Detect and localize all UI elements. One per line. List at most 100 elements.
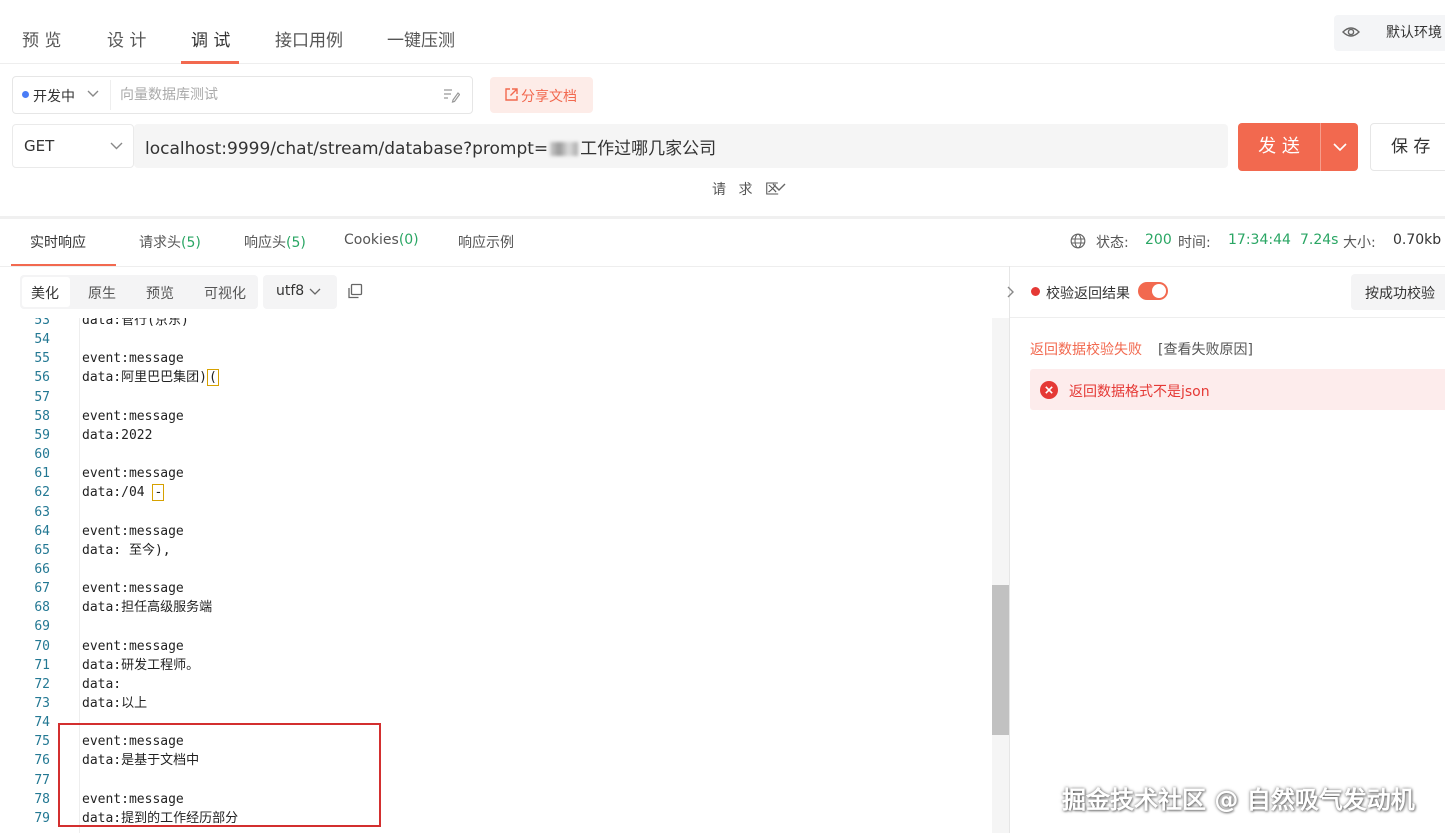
line-number: 55: [34, 351, 50, 367]
scrollbar-thumb[interactable]: [992, 585, 1009, 735]
line-text: data:担任高级服务端: [82, 600, 213, 616]
chevron-right-icon[interactable]: [1003, 285, 1017, 299]
line-number: 58: [34, 408, 50, 424]
top-tab-bar: 预 览 设 计 调 试 接口用例 一键压测 默认环境: [0, 0, 1445, 64]
code-line: 54: [0, 330, 990, 349]
send-options-button[interactable]: [1320, 123, 1358, 171]
code-line: 65 data: 至今),: [0, 541, 990, 560]
chevron-down-icon: [1333, 143, 1347, 152]
method-label: GET: [24, 137, 55, 155]
annotation-highlight-box: [58, 723, 381, 827]
line-content: data:/04 -: [82, 483, 165, 502]
line-number: 64: [34, 523, 50, 539]
globe-icon: [1070, 233, 1086, 249]
validation-mode-label: 按成功校验: [1365, 286, 1435, 302]
line-content: event:message: [82, 407, 184, 426]
status-dot: [22, 91, 29, 98]
line-text: data:2022: [82, 427, 153, 443]
line-number: 65: [34, 542, 50, 558]
line-text: data:/04: [82, 485, 153, 501]
line-content: data:担任高级服务端: [82, 598, 212, 617]
line-content: data:2022: [82, 426, 152, 445]
validation-toggle[interactable]: [1138, 282, 1168, 300]
share-icon: [505, 88, 518, 101]
divider: [110, 80, 111, 110]
line-number: 76: [34, 753, 50, 769]
toggle-knob: [1152, 284, 1166, 298]
tab-request-headers[interactable]: 请求头(5): [139, 232, 201, 252]
code-line: 60: [0, 445, 990, 464]
code-line: 69: [0, 617, 990, 636]
line-number: 66: [34, 561, 50, 577]
line-content: data:: [82, 675, 121, 694]
bracket-match: -: [152, 484, 165, 502]
view-fail-reason-link[interactable]: [查看失败原因]: [1158, 339, 1253, 359]
pane-splitter[interactable]: [1009, 266, 1010, 833]
tab-design[interactable]: 设 计: [107, 26, 146, 51]
code-line: 55 event:message: [0, 349, 990, 368]
app-root: 预 览 设 计 调 试 接口用例 一键压测 默认环境 开发中 分享文档 GET …: [0, 0, 1445, 833]
code-line: 61 event:message: [0, 464, 990, 483]
share-doc-label: 分享文档: [521, 89, 577, 105]
line-number: 59: [34, 427, 50, 443]
tab-count: (5): [181, 235, 201, 251]
status-dropdown[interactable]: 开发中: [33, 86, 75, 106]
line-number: 60: [34, 447, 50, 463]
tab-count: (5): [286, 235, 306, 251]
line-number: 70: [34, 638, 50, 654]
line-number: 67: [34, 581, 50, 597]
format-preview-button[interactable]: 预览: [146, 283, 174, 303]
line-text: event:message: [82, 408, 184, 424]
chevron-down-icon: [772, 183, 786, 191]
format-visualize-button[interactable]: 可视化: [204, 283, 246, 303]
tab-preview[interactable]: 预 览: [22, 26, 61, 51]
watermark: 掘金技术社区 @ 自然吸气发动机: [1062, 786, 1415, 814]
line-content: event:message: [82, 349, 184, 368]
tab-live-response[interactable]: 实时响应: [30, 232, 86, 252]
code-line: 53 data:管行(京东): [0, 318, 990, 330]
chevron-down-icon: [110, 142, 123, 150]
api-name-input[interactable]: [120, 80, 435, 110]
save-button[interactable]: 保 存: [1370, 123, 1445, 171]
copy-icon[interactable]: [347, 283, 363, 299]
line-text: event:message: [82, 581, 184, 597]
line-number: 56: [34, 370, 50, 386]
line-number: 69: [34, 619, 50, 635]
line-number: 78: [34, 791, 50, 807]
response-time: 17:34:44: [1228, 232, 1291, 248]
tab-label: Cookies: [344, 232, 399, 248]
tab-test-cases[interactable]: 接口用例: [275, 26, 343, 51]
code-line: 64 event:message: [0, 522, 990, 541]
line-text: event:message: [82, 351, 184, 367]
redacted-text: [550, 142, 579, 156]
tab-debug[interactable]: 调 试: [191, 26, 230, 51]
line-number: 71: [34, 657, 50, 673]
tab-cookies[interactable]: Cookies(0): [344, 232, 419, 248]
response-size: 0.70kb: [1393, 232, 1442, 248]
line-number: 57: [34, 389, 50, 405]
line-text: data:阿里巴巴集团): [82, 370, 207, 386]
time-label: 时间:: [1178, 235, 1211, 251]
tab-response-headers[interactable]: 响应头(5): [244, 232, 306, 252]
status-code: 200: [1145, 232, 1172, 248]
url-suffix: 工作过哪几家公司: [580, 139, 717, 159]
tab-response-examples[interactable]: 响应示例: [458, 232, 514, 252]
send-button[interactable]: 发 送: [1238, 123, 1320, 171]
eye-icon: [1342, 27, 1360, 37]
error-message: 返回数据格式不是json: [1069, 384, 1210, 400]
scrollbar-track[interactable]: [992, 318, 1009, 833]
tab-load-test[interactable]: 一键压测: [387, 26, 455, 51]
code-line: 70 event:message: [0, 637, 990, 656]
code-line: 58 event:message: [0, 407, 990, 426]
edit-icon[interactable]: [442, 87, 460, 103]
tab-label: 响应示例: [458, 235, 514, 251]
format-raw-button[interactable]: 原生: [88, 283, 116, 303]
code-line: 57: [0, 388, 990, 407]
tab-count: (0): [398, 232, 419, 248]
line-content: data:以上: [82, 694, 147, 713]
url-prefix: localhost:9999/chat/stream/database?prom…: [145, 139, 549, 159]
tab-label: 请求头: [139, 235, 181, 251]
tab-label: 响应头: [244, 235, 286, 251]
format-beautify-button[interactable]: 美化: [31, 283, 59, 303]
size-label: 大小:: [1343, 235, 1376, 251]
